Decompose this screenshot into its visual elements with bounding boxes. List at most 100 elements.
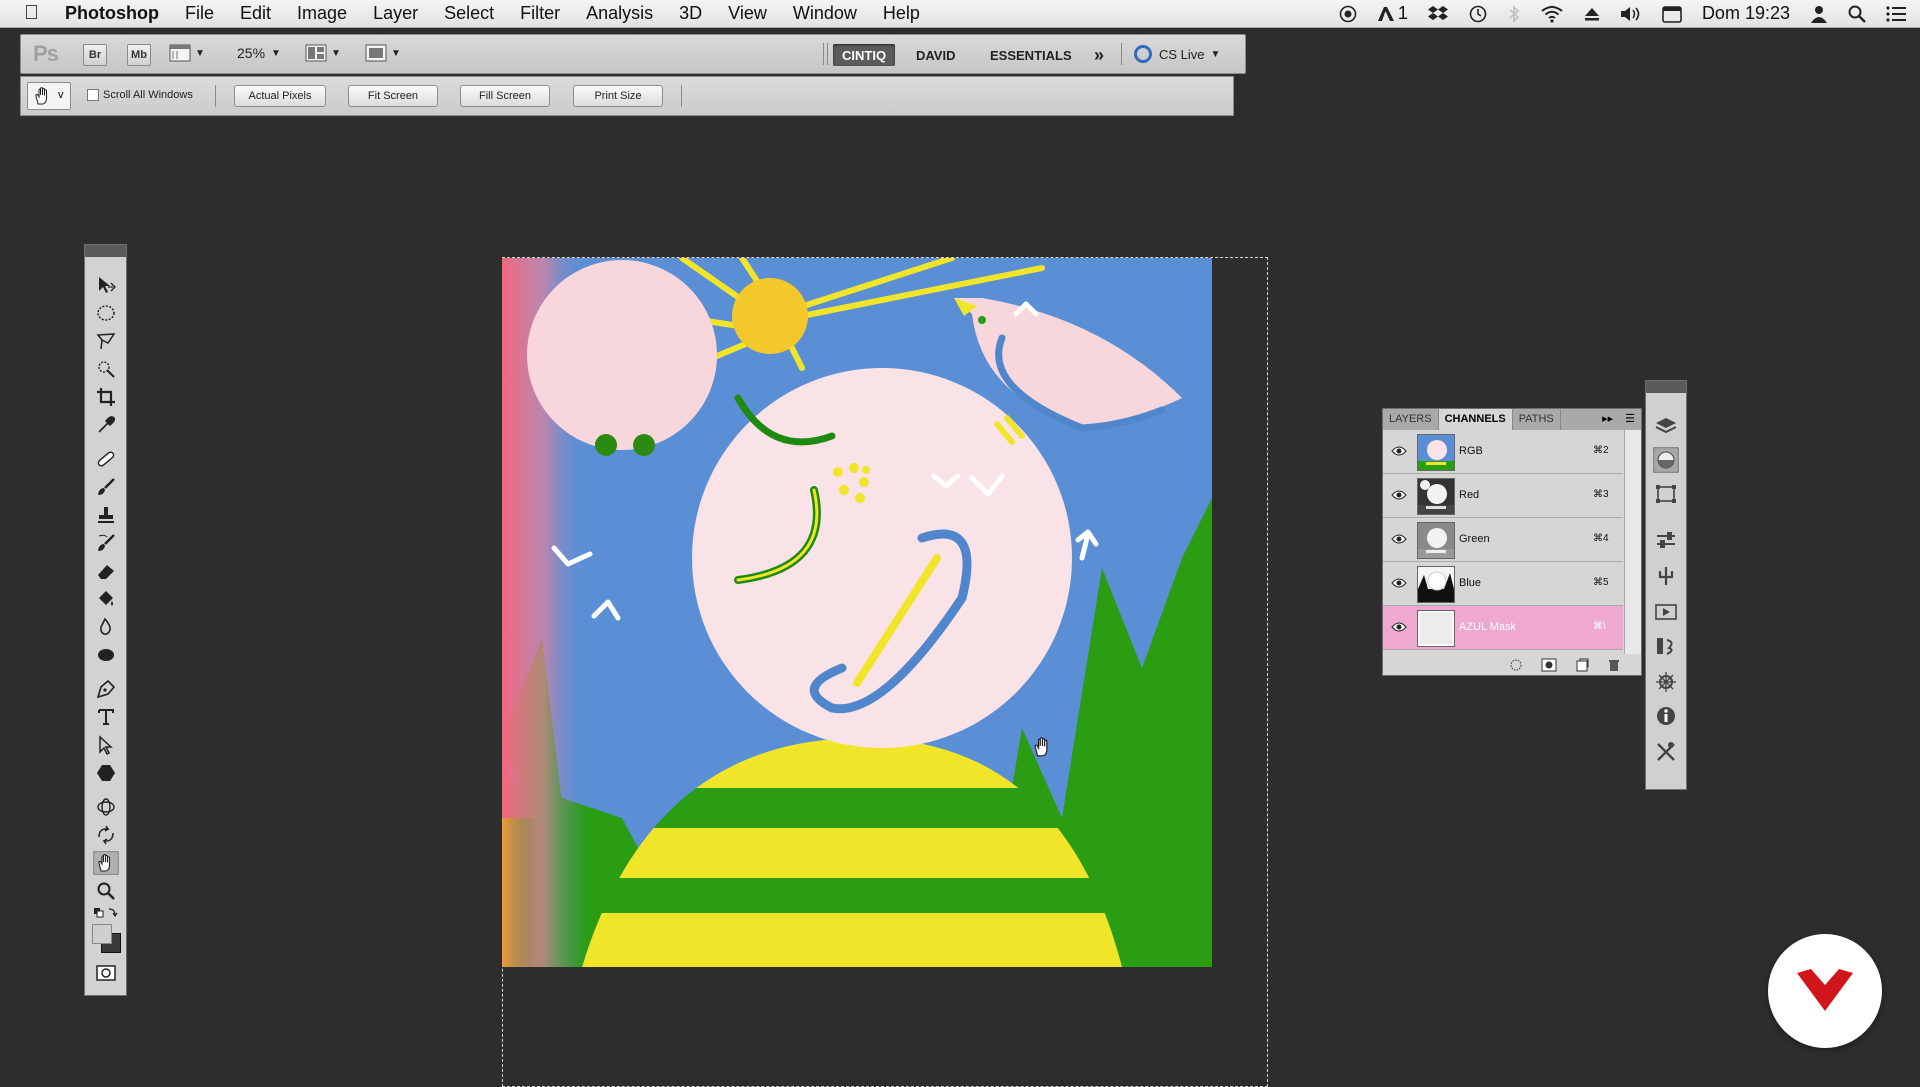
tool-preset-picker[interactable]: v xyxy=(27,82,71,110)
lasso-tool[interactable] xyxy=(93,329,119,353)
more-workspaces-button[interactable]: » xyxy=(1085,44,1113,66)
bridge-button[interactable]: Br xyxy=(83,44,107,66)
fill-screen-button[interactable]: Fill Screen xyxy=(460,85,550,107)
eye-icon[interactable] xyxy=(1391,577,1407,589)
dock-header[interactable] xyxy=(1646,381,1686,393)
color-swatches[interactable] xyxy=(91,923,121,953)
view-extras-dropdown[interactable]: ▼ xyxy=(169,44,205,62)
blur-tool[interactable] xyxy=(93,615,119,639)
info-panel-button[interactable] xyxy=(1653,703,1679,729)
menu-analysis[interactable]: Analysis xyxy=(586,3,653,24)
menu-filter[interactable]: Filter xyxy=(520,3,560,24)
scroll-all-windows-option[interactable]: Scroll All Windows xyxy=(87,89,193,101)
volume-icon[interactable] xyxy=(1620,5,1642,23)
quick-mask-button[interactable] xyxy=(93,961,119,985)
menu-layer[interactable]: Layer xyxy=(373,3,418,24)
navigator-panel-button[interactable] xyxy=(1653,669,1679,695)
history-brush-tool[interactable] xyxy=(93,531,119,555)
eyedropper-tool[interactable] xyxy=(93,413,119,437)
save-selection-mask-icon[interactable] xyxy=(1541,658,1557,672)
quick-selection-tool[interactable] xyxy=(93,357,119,381)
crop-tool[interactable] xyxy=(93,385,119,409)
clone-source-panel-button[interactable] xyxy=(1653,563,1679,589)
brush-presets-panel-button[interactable] xyxy=(1653,633,1679,659)
dodge-tool[interactable] xyxy=(93,643,119,667)
arrange-documents-dropdown[interactable]: ▼ xyxy=(305,44,341,62)
channel-row-azul-mask[interactable]: AZUL Mask ⌘\ xyxy=(1383,606,1623,650)
channel-row-red[interactable]: Red ⌘3 xyxy=(1383,474,1623,518)
pen-tool[interactable] xyxy=(93,677,119,701)
calendar-icon[interactable] xyxy=(1662,5,1682,23)
actual-pixels-button[interactable]: Actual Pixels xyxy=(234,85,326,107)
workspace-essentials[interactable]: ESSENTIALS xyxy=(981,44,1081,66)
workspace-david[interactable]: DAVID xyxy=(907,44,964,66)
eye-icon[interactable] xyxy=(1391,445,1407,457)
channel-row-rgb[interactable]: RGB ⌘2 xyxy=(1383,430,1623,474)
zoom-tool[interactable] xyxy=(93,879,119,903)
screen-mode-dropdown[interactable]: ▼ xyxy=(365,44,401,62)
channel-row-green[interactable]: Green ⌘4 xyxy=(1383,518,1623,562)
eye-icon[interactable] xyxy=(1391,533,1407,545)
wifi-icon[interactable] xyxy=(1540,5,1564,23)
load-selection-icon[interactable] xyxy=(1509,658,1523,672)
adobe-status[interactable]: 1 xyxy=(1377,3,1408,24)
clone-stamp-tool[interactable] xyxy=(93,503,119,527)
tab-channels[interactable]: CHANNELS xyxy=(1438,409,1513,430)
eraser-tool[interactable] xyxy=(93,559,119,583)
bluetooth-icon[interactable] xyxy=(1508,4,1520,23)
dropbox-icon[interactable] xyxy=(1427,5,1448,23)
cs-live-dropdown[interactable]: CS Live ▼ xyxy=(1133,44,1220,64)
menu-app-name[interactable]: Photoshop xyxy=(65,3,159,24)
paint-bucket-tool[interactable] xyxy=(93,587,119,611)
fit-screen-button[interactable]: Fit Screen xyxy=(348,85,438,107)
menu-select[interactable]: Select xyxy=(444,3,494,24)
eye-icon[interactable] xyxy=(1391,489,1407,501)
menu-help[interactable]: Help xyxy=(883,3,920,24)
healing-brush-tool[interactable] xyxy=(93,447,119,471)
clock[interactable]: Dom 19:23 xyxy=(1702,3,1790,24)
tools-panel-header[interactable] xyxy=(85,245,126,257)
menu-window[interactable]: Window xyxy=(793,3,857,24)
move-tool[interactable] xyxy=(93,273,119,297)
adjustments-panel-button[interactable] xyxy=(1653,527,1679,553)
eject-icon[interactable] xyxy=(1584,6,1600,22)
3d-rotate-tool[interactable] xyxy=(93,795,119,819)
menu-edit[interactable]: Edit xyxy=(240,3,271,24)
menu-file[interactable]: File xyxy=(185,3,214,24)
channels-panel-button[interactable] xyxy=(1653,447,1679,473)
spotlight-search-icon[interactable] xyxy=(1848,5,1866,23)
type-tool[interactable] xyxy=(93,705,119,729)
scroll-all-windows-checkbox[interactable] xyxy=(87,89,99,101)
foreground-color-swatch[interactable] xyxy=(92,924,112,944)
shape-tool[interactable] xyxy=(93,761,119,785)
zoom-level-dropdown[interactable]: 25% ▼ xyxy=(237,45,281,61)
panel-menu-icon[interactable]: ☰ xyxy=(1619,409,1641,430)
tool-presets-panel-button[interactable] xyxy=(1653,739,1679,765)
tab-paths[interactable]: PATHS xyxy=(1513,409,1561,430)
hand-tool[interactable] xyxy=(93,851,119,875)
apple-icon[interactable]:  xyxy=(24,2,39,25)
tab-layers[interactable]: LAYERS xyxy=(1383,409,1439,430)
paths-panel-button[interactable] xyxy=(1653,481,1679,507)
document-artwork[interactable] xyxy=(502,258,1212,967)
notification-list-icon[interactable] xyxy=(1886,5,1906,22)
workspace-cintiq[interactable]: CINTIQ xyxy=(833,44,896,66)
brush-tool[interactable] xyxy=(93,475,119,499)
new-channel-icon[interactable] xyxy=(1575,658,1589,672)
path-selection-tool[interactable] xyxy=(93,733,119,757)
animation-panel-button[interactable] xyxy=(1653,599,1679,625)
trash-icon[interactable] xyxy=(1607,658,1621,672)
print-size-button[interactable]: Print Size xyxy=(573,85,663,107)
3d-orbit-tool[interactable] xyxy=(93,823,119,847)
time-machine-icon[interactable] xyxy=(1468,4,1488,24)
layers-panel-button[interactable] xyxy=(1653,413,1679,439)
mini-bridge-button[interactable]: Mb xyxy=(127,44,151,66)
default-colors-swap[interactable] xyxy=(93,905,119,921)
collapse-panel-icon[interactable]: ▸▸ xyxy=(1596,409,1619,430)
menu-view[interactable]: View xyxy=(728,3,767,24)
record-icon[interactable] xyxy=(1339,5,1357,23)
panel-scrollbar[interactable] xyxy=(1624,430,1641,654)
menu-3d[interactable]: 3D xyxy=(679,3,702,24)
menu-image[interactable]: Image xyxy=(297,3,347,24)
marquee-tool[interactable] xyxy=(93,301,119,325)
